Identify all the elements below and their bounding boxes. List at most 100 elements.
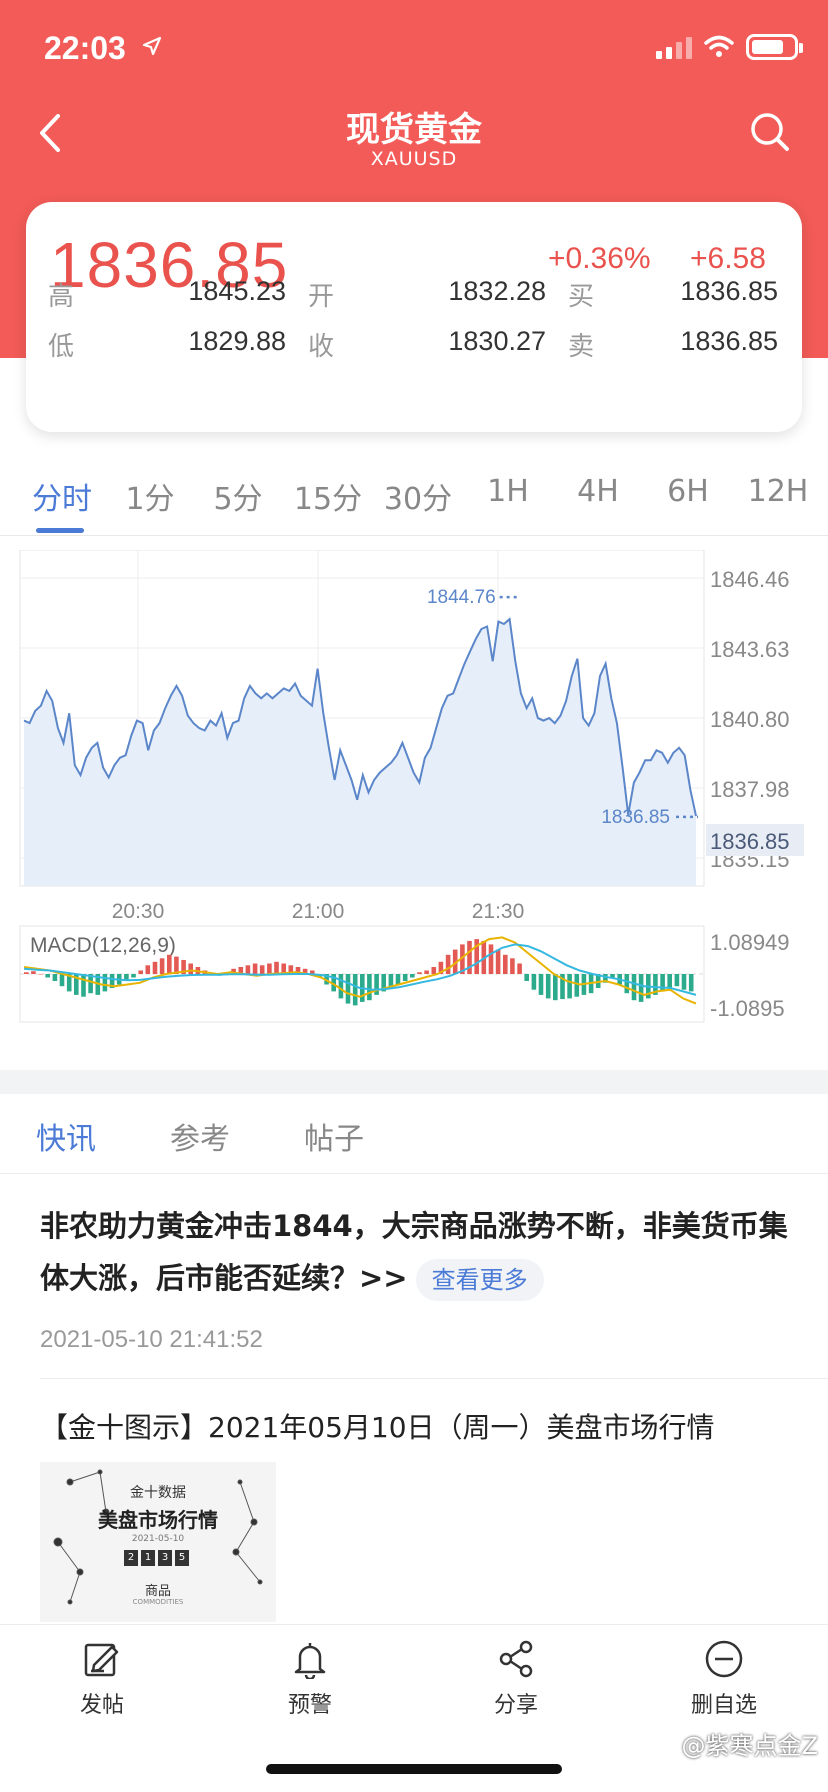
news-item-title[interactable]: 【金十图示】2021年05月10日（周一）美盘市场行情 [40, 1406, 715, 1446]
macd-histogram-bar [259, 965, 265, 974]
macd-histogram-bar [545, 974, 551, 999]
macd-histogram-bar [59, 974, 65, 987]
macd-title: MACD(12,26,9) [30, 934, 176, 957]
tab-fenshi[interactable]: 分时 [22, 474, 102, 518]
thumb-title: 美盘市场行情 [98, 1508, 218, 1532]
tab-1m[interactable]: 1分 [110, 474, 190, 518]
macd-tick-label: 1.08949 [710, 930, 790, 955]
macd-histogram-bar [624, 974, 630, 994]
current-price-label: 1836.85 [710, 829, 790, 854]
tab-15m[interactable]: 15分 [288, 474, 368, 518]
change-percent: +0.36% [548, 242, 651, 275]
low-marker-label: 1836.85 [601, 807, 670, 828]
tab-cankao[interactable]: 参考 [170, 1114, 230, 1158]
macd-histogram-bar [517, 963, 522, 974]
macd-histogram-bar [252, 963, 258, 974]
y-tick-label: 1840.80 [710, 707, 790, 732]
macd-histogram-bar [681, 974, 687, 990]
macd-histogram-bar [667, 974, 672, 988]
macd-histogram-bar [431, 967, 437, 974]
tab-4h[interactable]: 4H [558, 474, 638, 509]
macd-histogram-bar [159, 958, 165, 974]
tab-tiezi[interactable]: 帖子 [304, 1114, 364, 1158]
macd-histogram-bar [52, 974, 58, 981]
macd-histogram-bar [631, 974, 637, 1001]
news-thumbnail[interactable]: 金十数据 美盘市场行情 2021-05-10 2 1 3 5 商品 COMMOD… [40, 1462, 276, 1622]
stat-label-close: 收 [308, 332, 335, 362]
period-tabs: 分时 1分 5分 15分 30分 1H 4H 6H 12H [0, 470, 828, 536]
watermark: @紫寒点金Z [681, 1732, 818, 1760]
macd-histogram-bar [402, 974, 408, 981]
thumb-category: 商品 [144, 1584, 171, 1599]
x-tick-label: 21:00 [292, 900, 345, 923]
macd-histogram-bar [688, 974, 694, 992]
search-icon[interactable] [748, 110, 792, 154]
macd-tick-label: -1.0895 [710, 996, 785, 1021]
news-item-headline[interactable]: 非农助力黄金冲击1844，大宗商品涨势不断，非美货币集体大涨，后市能否延续？>>… [40, 1200, 790, 1304]
remove-watchlist-button[interactable]: 删自选 [664, 1639, 784, 1719]
macd-histogram-bar [38, 974, 43, 975]
macd-histogram-bar [417, 972, 422, 974]
thumb-category-en: COMMODITIES [132, 1598, 184, 1606]
location-arrow-icon [142, 34, 162, 62]
macd-histogram-bar [245, 965, 251, 974]
signal-icon [656, 35, 692, 59]
y-tick-label: 1837.98 [710, 777, 790, 802]
tab-30m[interactable]: 30分 [378, 474, 458, 518]
macd-histogram-bar [81, 974, 86, 997]
bell-icon [294, 1643, 326, 1679]
view-more-button[interactable]: 查看更多 [415, 1259, 544, 1301]
macd-histogram-bar [503, 954, 508, 974]
macd-histogram-bar [538, 974, 544, 995]
price-chart[interactable]: 1846.461843.631840.801837.981835.151836.… [0, 549, 828, 1030]
change-value: +6.58 [690, 242, 766, 275]
tab-1h[interactable]: 1H [468, 474, 548, 509]
x-tick-label: 20:30 [112, 900, 165, 923]
wifi-icon [704, 35, 734, 57]
macd-histogram-bar [145, 965, 151, 974]
alert-label: 预警 [287, 1693, 332, 1718]
thumb-digit: 1 [141, 1550, 155, 1566]
nav-bar: 现货黄金 XAUUSD [0, 100, 828, 180]
macd-histogram-bar [553, 974, 558, 1001]
macd-histogram-bar [102, 974, 108, 992]
news-headline-text: 非农助力黄金冲击1844，大宗商品涨势不断，非美货币集体大涨，后市能否延续？>> [40, 1209, 788, 1295]
stat-label-high: 高 [48, 282, 75, 312]
stat-value-close: 1830.27 [448, 326, 546, 356]
macd-histogram-bar [367, 974, 372, 1001]
tab-kuaixun[interactable]: 快讯 [36, 1114, 96, 1158]
macd-histogram-bar [167, 954, 172, 974]
post-label: 发帖 [79, 1693, 124, 1718]
tab-12h[interactable]: 12H [738, 474, 818, 509]
macd-histogram-bar [674, 974, 680, 987]
macd-histogram-bar [524, 974, 529, 981]
thumb-digit: 5 [175, 1550, 189, 1566]
share-button[interactable]: 分享 [456, 1639, 576, 1719]
macd-histogram-bar [152, 961, 158, 974]
thumb-digits: 2 1 3 5 [124, 1550, 189, 1566]
tab-5m[interactable]: 5分 [198, 474, 278, 518]
stat-label-low: 低 [48, 332, 75, 362]
section-divider [0, 1070, 828, 1094]
minus-circle-icon [705, 1640, 743, 1678]
macd-histogram-bar [638, 974, 644, 1002]
alert-button[interactable]: 预警 [250, 1639, 370, 1719]
price-chart-area[interactable]: 1846.46 1843.63 1840.80 1837.98 1835.15 1836.… [0, 549, 828, 1030]
macd-histogram-bar [352, 974, 358, 1006]
macd-histogram-bar [531, 974, 537, 990]
tab-6h[interactable]: 6H [648, 474, 728, 509]
status-bar: 22:03 [0, 0, 828, 100]
macd-histogram-bar [138, 970, 143, 974]
macd-histogram-bar [45, 974, 50, 978]
price-area [24, 619, 696, 886]
post-button[interactable]: 发帖 [42, 1639, 162, 1719]
edit-icon [84, 1643, 119, 1677]
thumb-digit: 2 [124, 1550, 138, 1566]
macd-histogram-bar [660, 974, 665, 992]
stat-value-low: 1829.88 [188, 326, 286, 356]
macd-histogram-bar [188, 963, 193, 974]
high-marker-label: 1844.76 [427, 587, 496, 608]
stat-value-sell: 1836.85 [680, 326, 778, 356]
home-indicator [266, 1764, 562, 1774]
quote-card: 1836.85 +0.36% +6.58 高 1845.23 开 1832.28… [26, 202, 802, 432]
